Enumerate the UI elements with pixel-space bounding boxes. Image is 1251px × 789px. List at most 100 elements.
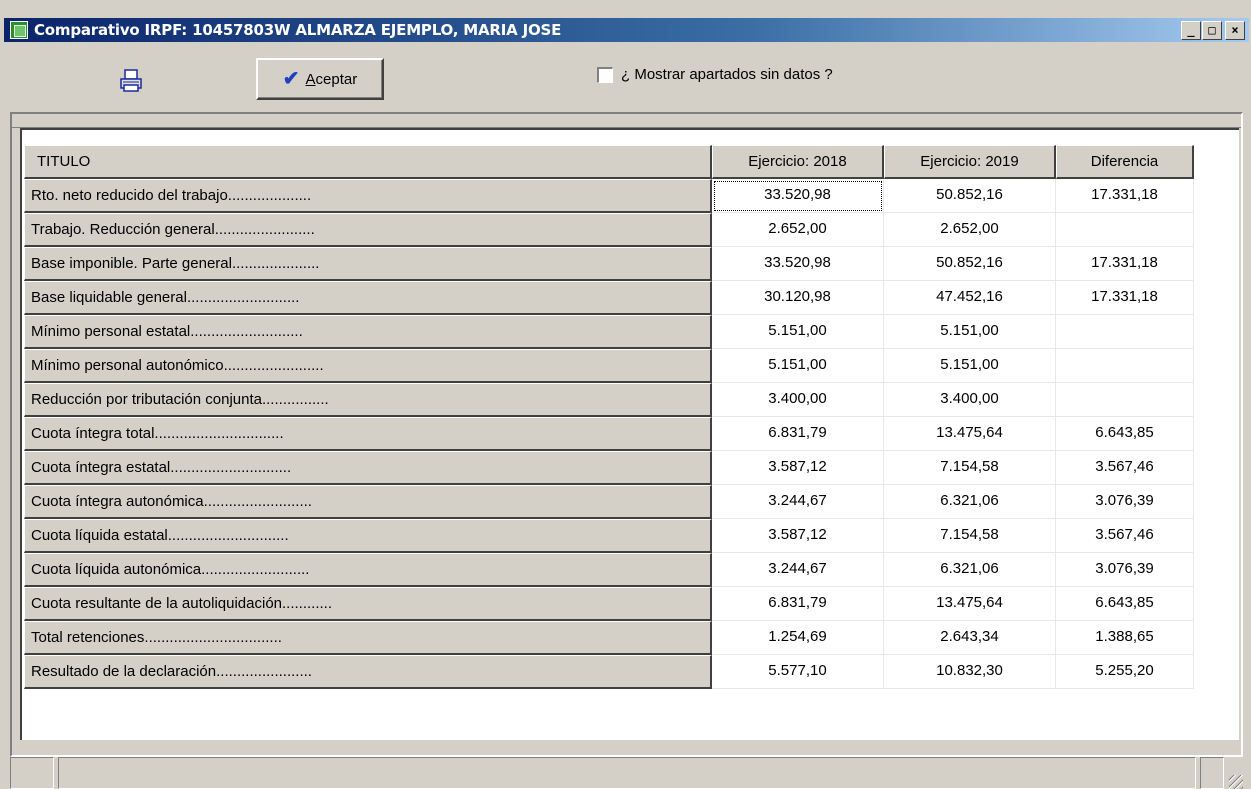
close-button[interactable]: × — [1225, 21, 1245, 40]
value-2019-cell[interactable]: 7.154,58 — [884, 519, 1056, 553]
difference-cell[interactable]: 3.076,39 — [1056, 485, 1194, 519]
column-header-diferencia[interactable]: Diferencia — [1056, 145, 1194, 179]
row-title-cell[interactable]: Rto. neto reducido del trabajo..........… — [24, 179, 712, 213]
table-row: Cuota líquida autonómica................… — [24, 553, 1194, 587]
difference-cell[interactable]: 6.643,85 — [1056, 587, 1194, 621]
value-2018-cell[interactable]: 5.151,00 — [712, 349, 884, 383]
difference-cell[interactable]: 5.255,20 — [1056, 655, 1194, 689]
value-2019-cell[interactable]: 50.852,16 — [884, 179, 1056, 213]
value-2019-cell[interactable]: 13.475,64 — [884, 587, 1056, 621]
difference-cell[interactable]: 17.331,18 — [1056, 281, 1194, 315]
difference-cell[interactable]: 6.643,85 — [1056, 417, 1194, 451]
window-title: Comparativo IRPF: 10457803W ALMARZA EJEM… — [34, 21, 562, 39]
maximize-button[interactable]: □ — [1202, 21, 1222, 40]
row-title-cell[interactable]: Base imponible. Parte general...........… — [24, 247, 712, 281]
value-2019-cell[interactable]: 47.452,16 — [884, 281, 1056, 315]
panel-header-strip — [12, 118, 1241, 128]
difference-cell[interactable]: 3.567,46 — [1056, 519, 1194, 553]
print-button[interactable] — [118, 68, 144, 94]
column-header-2018[interactable]: Ejercicio: 2018 — [712, 145, 884, 179]
table-row: Cuota íntegra total.....................… — [24, 417, 1194, 451]
app-icon — [10, 21, 28, 39]
table-body: Rto. neto reducido del trabajo..........… — [24, 179, 1194, 689]
show-empty-sections-option[interactable]: ¿ Mostrar apartados sin datos ? — [597, 66, 833, 83]
value-2018-cell[interactable]: 3.587,12 — [712, 519, 884, 553]
table-row: Mínimo personal autonómico..............… — [24, 349, 1194, 383]
value-2018-cell[interactable]: 3.400,00 — [712, 383, 884, 417]
difference-cell[interactable]: 1.388,65 — [1056, 621, 1194, 655]
resize-grip[interactable] — [1229, 775, 1243, 789]
value-2018-cell[interactable]: 33.520,98 — [712, 179, 884, 213]
value-2019-cell[interactable]: 7.154,58 — [884, 451, 1056, 485]
value-2019-cell[interactable]: 2.643,34 — [884, 621, 1056, 655]
status-pane-1 — [10, 757, 54, 789]
show-empty-sections-label: ¿ Mostrar apartados sin datos ? — [621, 66, 833, 83]
table-row: Rto. neto reducido del trabajo..........… — [24, 179, 1194, 213]
value-2019-cell[interactable]: 5.151,00 — [884, 349, 1056, 383]
row-title-cell[interactable]: Cuota líquida autonómica................… — [24, 553, 712, 587]
difference-cell[interactable]: 17.331,18 — [1056, 179, 1194, 213]
checkmark-icon: ✔ — [282, 68, 300, 90]
table-row: Mínimo personal estatal.................… — [24, 315, 1194, 349]
table-row: Reducción por tributación conjunta......… — [24, 383, 1194, 417]
row-title-cell[interactable]: Cuota íntegra autonómica................… — [24, 485, 712, 519]
table-header-row: TITULO Ejercicio: 2018 Ejercicio: 2019 D… — [24, 145, 1194, 179]
row-title-cell[interactable]: Reducción por tributación conjunta......… — [24, 383, 712, 417]
difference-cell[interactable] — [1056, 315, 1194, 349]
row-title-cell[interactable]: Cuota íntegra estatal...................… — [24, 451, 712, 485]
titlebar-background: Comparativo IRPF: 10457803W ALMARZA EJEM… — [4, 18, 1249, 42]
minimize-button[interactable]: _ — [1181, 21, 1201, 40]
column-header-titulo[interactable]: TITULO — [24, 145, 712, 179]
difference-cell[interactable] — [1056, 383, 1194, 417]
row-title-cell[interactable]: Cuota resultante de la autoliquidación..… — [24, 587, 712, 621]
value-2019-cell[interactable]: 13.475,64 — [884, 417, 1056, 451]
row-title-cell[interactable]: Cuota líquida estatal...................… — [24, 519, 712, 553]
row-title-cell[interactable]: Cuota íntegra total.....................… — [24, 417, 712, 451]
value-2019-cell[interactable]: 2.652,00 — [884, 213, 1056, 247]
value-2018-cell[interactable]: 2.652,00 — [712, 213, 884, 247]
table-row: Base imponible. Parte general...........… — [24, 247, 1194, 281]
table-row: Total retenciones.......................… — [24, 621, 1194, 655]
table-row: Cuota resultante de la autoliquidación..… — [24, 587, 1194, 621]
value-2019-cell[interactable]: 6.321,06 — [884, 553, 1056, 587]
row-title-cell[interactable]: Total retenciones.......................… — [24, 621, 712, 655]
value-2019-cell[interactable]: 10.832,30 — [884, 655, 1056, 689]
value-2018-cell[interactable]: 6.831,79 — [712, 587, 884, 621]
value-2019-cell[interactable]: 50.852,16 — [884, 247, 1056, 281]
table-row: Resultado de la declaración.............… — [24, 655, 1194, 689]
value-2018-cell[interactable]: 3.244,67 — [712, 485, 884, 519]
value-2018-cell[interactable]: 5.151,00 — [712, 315, 884, 349]
show-empty-sections-checkbox[interactable] — [597, 66, 613, 83]
value-2018-cell[interactable]: 30.120,98 — [712, 281, 884, 315]
row-title-cell[interactable]: Mínimo personal autonómico..............… — [24, 349, 712, 383]
difference-cell[interactable]: 17.331,18 — [1056, 247, 1194, 281]
value-2018-cell[interactable]: 3.244,67 — [712, 553, 884, 587]
value-2018-cell[interactable]: 33.520,98 — [712, 247, 884, 281]
difference-cell[interactable]: 3.567,46 — [1056, 451, 1194, 485]
value-2018-cell[interactable]: 5.577,10 — [712, 655, 884, 689]
value-2018-cell[interactable]: 3.587,12 — [712, 451, 884, 485]
difference-cell[interactable] — [1056, 213, 1194, 247]
row-title-cell[interactable]: Resultado de la declaración.............… — [24, 655, 712, 689]
value-2019-cell[interactable]: 6.321,06 — [884, 485, 1056, 519]
value-2018-cell[interactable]: 6.831,79 — [712, 417, 884, 451]
status-pane-2 — [58, 757, 1196, 789]
difference-cell[interactable]: 3.076,39 — [1056, 553, 1194, 587]
value-2019-cell[interactable]: 5.151,00 — [884, 315, 1056, 349]
table-row: Cuota íntegra autonómica................… — [24, 485, 1194, 519]
comparison-table: TITULO Ejercicio: 2018 Ejercicio: 2019 D… — [24, 145, 1194, 689]
value-2019-cell[interactable]: 3.400,00 — [884, 383, 1056, 417]
table-row: Base liquidable general.................… — [24, 281, 1194, 315]
difference-cell[interactable] — [1056, 349, 1194, 383]
accept-button[interactable]: ✔ Aceptar — [256, 58, 384, 100]
table-row: Cuota íntegra estatal...................… — [24, 451, 1194, 485]
column-header-2019[interactable]: Ejercicio: 2019 — [884, 145, 1056, 179]
status-bar — [10, 757, 1243, 789]
status-pane-3 — [1200, 757, 1224, 789]
value-2018-cell[interactable]: 1.254,69 — [712, 621, 884, 655]
row-title-cell[interactable]: Trabajo. Reducción general..............… — [24, 213, 712, 247]
row-title-cell[interactable]: Mínimo personal estatal.................… — [24, 315, 712, 349]
table-row: Trabajo. Reducción general..............… — [24, 213, 1194, 247]
window-controls: _ □ × — [1180, 21, 1245, 40]
row-title-cell[interactable]: Base liquidable general.................… — [24, 281, 712, 315]
